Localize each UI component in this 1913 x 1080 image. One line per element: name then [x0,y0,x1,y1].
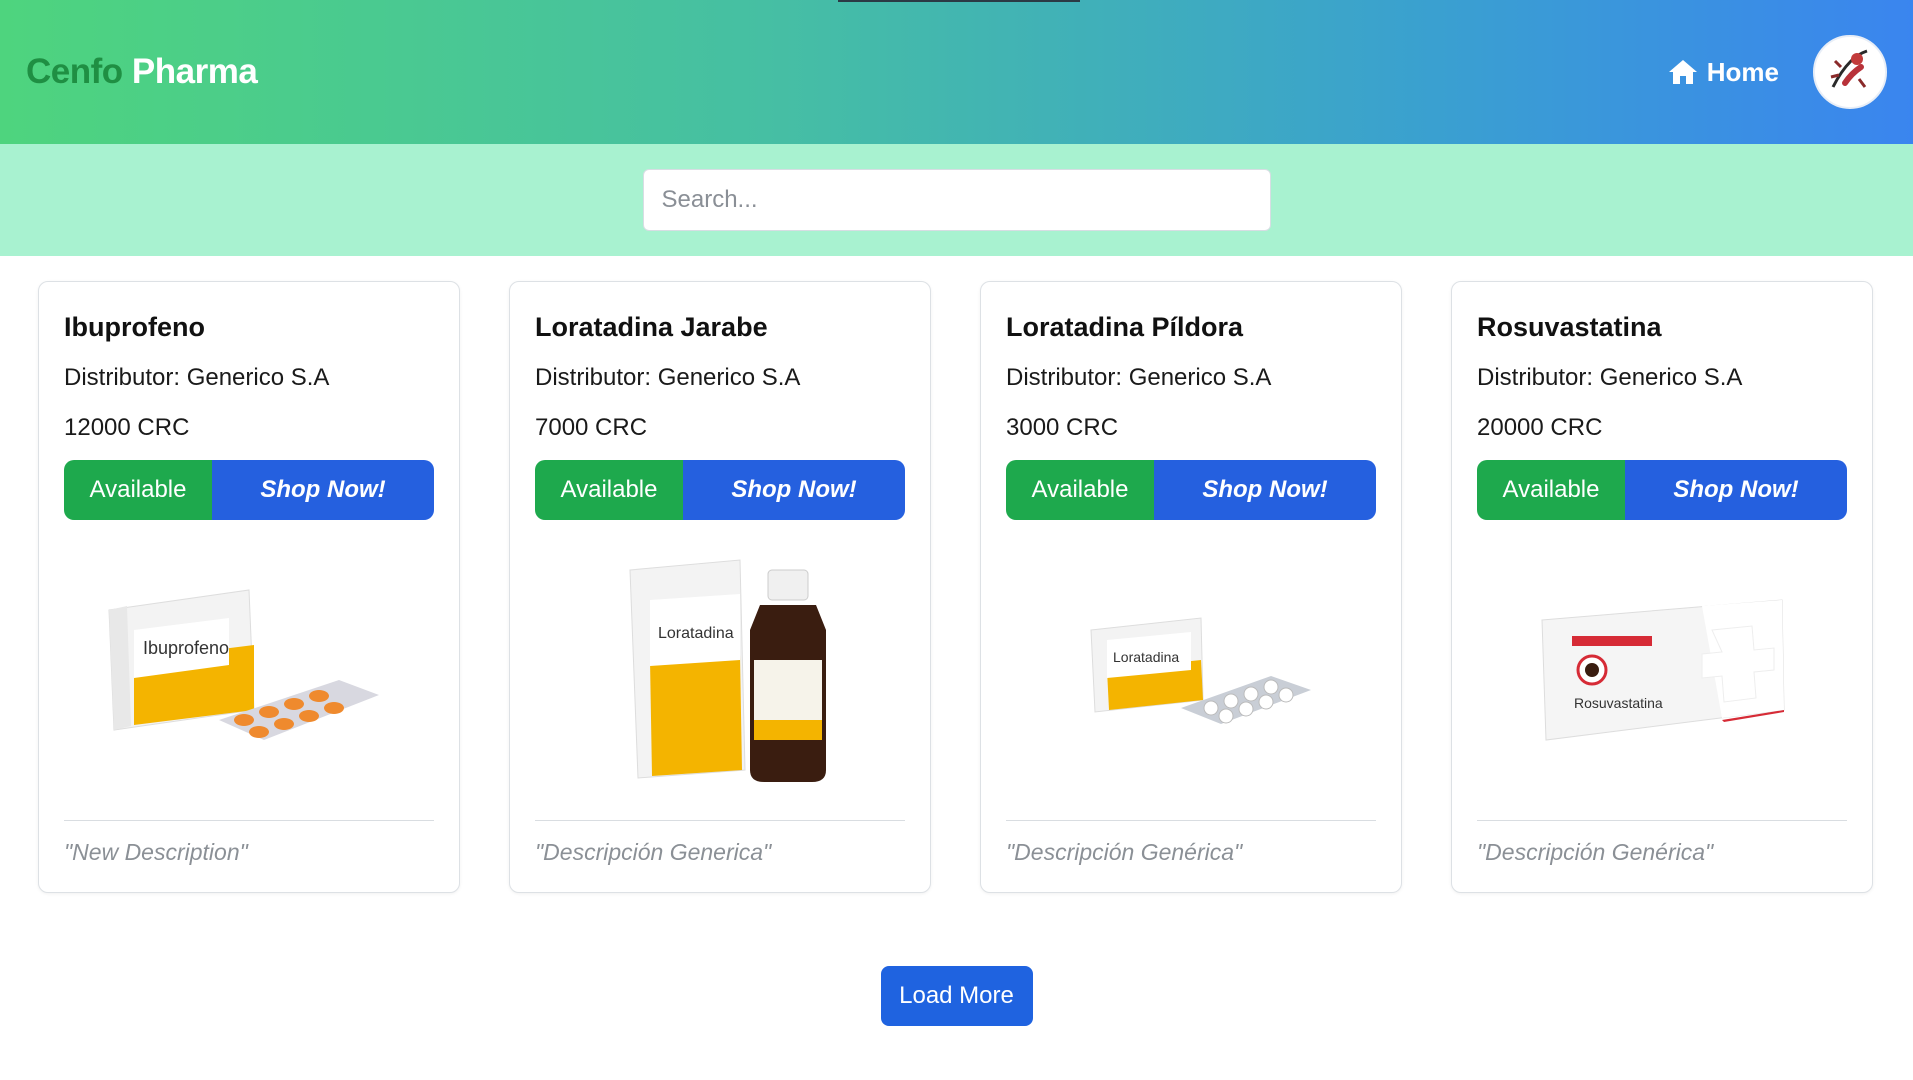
home-link[interactable]: Home [1667,57,1779,88]
product-description: "Descripción Generica" [535,839,772,865]
card-divider [1006,820,1376,821]
medicine-box-syrup-icon: Loratadina [629,559,826,782]
load-more-wrap: Load More [0,966,1913,1026]
product-description: "Descripción Genérica" [1477,839,1714,865]
medicine-box-red-icon: Rosuvastatina [1541,599,1785,741]
product-card: Rosuvastatina Distributor: Generico S.A … [1451,281,1873,893]
availability-badge: Available [1477,460,1625,520]
product-description: "New Description" [64,839,248,865]
product-price: 12000 CRC [64,414,190,441]
avatar-image [1816,38,1884,106]
shop-now-button[interactable]: Shop Now! [212,460,434,520]
product-image: Rosuvastatina [1477,520,1847,820]
product-name: Rosuvastatina [1477,312,1662,342]
shop-now-button[interactable]: Shop Now! [1154,460,1376,520]
product-actions: Available Shop Now! [1477,460,1847,520]
brand-logo[interactable]: Cenfo Pharma [26,52,258,92]
product-grid: Ibuprofeno Distributor: Generico S.A 120… [0,256,1913,893]
brand-part2: Pharma [131,52,258,91]
product-name: Loratadina Píldora [1006,312,1244,342]
product-price: 3000 CRC [1006,414,1119,441]
card-divider [535,820,905,821]
product-image: Ibuprofeno [64,520,434,820]
product-actions: Available Shop Now! [535,460,905,520]
product-card: Loratadina Jarabe Distributor: Generico … [509,281,931,893]
product-distributor: Distributor: Generico S.A [64,364,330,391]
availability-badge: Available [64,460,212,520]
svg-text:Loratadina: Loratadina [1113,649,1179,665]
medicine-box-pills-icon: Loratadina [1090,617,1311,724]
product-name: Loratadina Jarabe [535,312,768,342]
product-image: Loratadina [535,520,905,820]
product-distributor: Distributor: Generico S.A [1006,364,1272,391]
header: Cenfo Pharma Home [0,0,1913,144]
product-card: Loratadina Píldora Distributor: Generico… [980,281,1402,893]
product-name: Ibuprofeno [64,312,205,342]
shop-now-button[interactable]: Shop Now! [683,460,905,520]
product-card: Ibuprofeno Distributor: Generico S.A 120… [38,281,460,893]
product-price: 7000 CRC [535,414,648,441]
user-avatar[interactable] [1813,35,1887,109]
product-description: "Descripción Genérica" [1006,839,1243,865]
shop-now-button[interactable]: Shop Now! [1625,460,1847,520]
svg-text:Rosuvastatina: Rosuvastatina [1574,695,1663,711]
search-band [0,144,1913,256]
product-price: 20000 CRC [1477,414,1603,441]
product-distributor: Distributor: Generico S.A [1477,364,1743,391]
card-divider [1477,820,1847,821]
top-accent-line [838,0,1080,2]
load-more-button[interactable]: Load More [880,966,1033,1026]
availability-badge: Available [1006,460,1154,520]
product-distributor: Distributor: Generico S.A [535,364,801,391]
product-actions: Available Shop Now! [1006,460,1376,520]
product-actions: Available Shop Now! [64,460,434,520]
search-input[interactable] [642,169,1271,231]
availability-badge: Available [535,460,683,520]
medicine-box-tablets-icon: Ibuprofeno [108,589,379,740]
product-image: Loratadina [1006,520,1376,820]
brand-part1: Cenfo [26,52,123,91]
card-divider [64,820,434,821]
home-icon [1668,60,1697,84]
home-label: Home [1706,56,1779,87]
svg-text:Ibuprofeno: Ibuprofeno [143,638,229,658]
nav: Home [1667,35,1887,109]
svg-text:Loratadina: Loratadina [658,625,734,642]
